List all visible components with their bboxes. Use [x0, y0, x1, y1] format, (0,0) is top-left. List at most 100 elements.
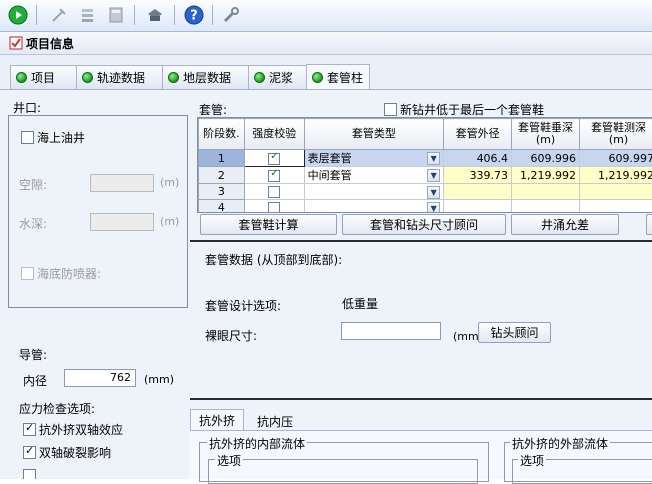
- casing-type-cell[interactable]: ▼: [304, 184, 444, 200]
- tab-casing[interactable]: 套管柱: [306, 64, 370, 90]
- strength-check-cell[interactable]: [244, 150, 304, 167]
- casing-type-value: 中间套管: [308, 169, 352, 182]
- bop-checkbox[interactable]: [21, 267, 34, 280]
- tvd-cell[interactable]: [512, 184, 580, 200]
- bit-advisor-button[interactable]: 钻头顾问: [478, 322, 551, 343]
- column-header[interactable]: 强度校验: [244, 119, 304, 150]
- tab-trajectory[interactable]: 轨迹数据: [76, 65, 163, 89]
- column-header[interactable]: 套管类型: [304, 119, 444, 150]
- od-cell[interactable]: 339.73: [444, 167, 512, 184]
- strength-checkbox[interactable]: [268, 186, 280, 198]
- new-shoe-checkbox[interactable]: [384, 103, 397, 116]
- table-row[interactable]: 4 ▼: [199, 200, 652, 214]
- internal-fluid-title: 抗外挤的内部流体: [207, 435, 307, 452]
- casing-bit-advisor-button[interactable]: 套管和钻头尺寸顾问: [342, 214, 506, 235]
- tab-label: 地层数据: [183, 69, 231, 86]
- status-ok-icon: [16, 72, 27, 83]
- water-depth-unit: (m): [160, 215, 179, 228]
- tab-strip: 项目 轨迹数据 地层数据 泥浆 套管柱: [0, 55, 652, 89]
- help-icon[interactable]: ?: [182, 3, 206, 27]
- column-header[interactable]: 套管鞋垂深 (m): [512, 119, 580, 150]
- md-cell[interactable]: [580, 200, 652, 214]
- stress-options-title: 应力检查选项:: [19, 400, 95, 417]
- shoe-calculation-button[interactable]: 套管鞋计算: [200, 214, 337, 235]
- offshore-label: 海上油井: [37, 129, 85, 146]
- tab-formation[interactable]: 地层数据: [162, 65, 249, 89]
- open-hole-label: 裸眼尺寸:: [205, 327, 257, 344]
- tab-label: 抗外挤: [199, 412, 235, 429]
- layers-icon[interactable]: [76, 3, 100, 27]
- biaxial-collapse-checkbox[interactable]: [23, 423, 36, 436]
- tab-collapse[interactable]: 抗外挤: [190, 409, 244, 431]
- chevron-down-icon[interactable]: ▼: [427, 202, 440, 213]
- chevron-down-icon[interactable]: ▼: [427, 186, 440, 199]
- toolbar: ?: [0, 0, 652, 32]
- strength-checkbox[interactable]: [268, 202, 280, 213]
- tab-label: 抗内压: [257, 413, 293, 430]
- gap-input[interactable]: [90, 174, 154, 192]
- casing-title: 套管:: [199, 101, 227, 118]
- strength-check-cell[interactable]: [244, 167, 304, 184]
- table-row[interactable]: 3 ▼: [199, 184, 652, 200]
- water-depth-label: 水深:: [19, 215, 47, 232]
- strength-checkbox[interactable]: [268, 153, 280, 165]
- tvd-cell[interactable]: 1,219.992: [512, 167, 580, 184]
- offshore-checkbox[interactable]: [21, 131, 34, 144]
- strength-check-cell[interactable]: [244, 184, 304, 200]
- strength-checkbox[interactable]: [268, 170, 280, 182]
- table-row[interactable]: 1 表层套管▼ 406.4 609.996 609.997: [199, 150, 652, 167]
- window-title: 项目信息: [26, 35, 74, 52]
- design-option-value[interactable]: 低重量: [342, 295, 378, 312]
- install-icon[interactable]: [143, 3, 167, 27]
- water-depth-input[interactable]: [90, 213, 154, 231]
- open-hole-input[interactable]: [341, 322, 441, 340]
- conductor-id-input[interactable]: 762: [64, 369, 136, 387]
- tab-burst[interactable]: 抗内压: [246, 411, 304, 431]
- internal-options-group: [208, 459, 478, 484]
- casing-type-cell[interactable]: 表层套管▼: [304, 150, 444, 167]
- column-header[interactable]: 套管外径: [444, 119, 512, 150]
- chevron-down-icon[interactable]: ▼: [427, 152, 440, 165]
- casing-type-cell[interactable]: ▼: [304, 200, 444, 214]
- design-option-label: 套管设计选项:: [205, 297, 281, 314]
- tab-mud[interactable]: 泥浆: [248, 65, 307, 89]
- conductor-id-unit: (mm): [144, 373, 174, 386]
- run-icon[interactable]: [6, 3, 30, 27]
- biaxial-burst-checkbox[interactable]: [23, 446, 36, 459]
- od-cell[interactable]: [444, 200, 512, 214]
- od-cell[interactable]: 406.4: [444, 150, 512, 167]
- casing-grid: 阶段数. 强度校验 套管类型 套管外径 套管鞋垂深 (m) 套管鞋测深 (m) …: [197, 117, 652, 213]
- tvd-cell[interactable]: [512, 200, 580, 214]
- tab-label: 轨迹数据: [97, 69, 145, 86]
- stage-cell: 4: [199, 200, 245, 214]
- conductor-title: 导管:: [19, 346, 47, 363]
- conductor-id-label: 内径: [23, 372, 47, 389]
- casing-data-title: 套管数据 (从顶部到底部):: [205, 251, 342, 268]
- table-row[interactable]: 2 中间套管 ▼ 339.73 1,219.992 1,219.992: [199, 167, 652, 184]
- calculator-icon[interactable]: [104, 3, 128, 27]
- more-button[interactable]: [646, 214, 652, 235]
- md-cell[interactable]: 1,219.992: [580, 167, 652, 184]
- svg-text:?: ?: [190, 9, 198, 24]
- status-ok-icon: [312, 72, 323, 83]
- pick-icon[interactable]: [47, 3, 71, 27]
- column-header[interactable]: 套管鞋测深 (m): [580, 119, 652, 150]
- md-cell[interactable]: 609.997: [580, 150, 652, 167]
- chevron-down-icon[interactable]: ▼: [427, 169, 440, 182]
- divider: [190, 398, 652, 400]
- stage-cell: 2: [199, 167, 245, 184]
- checklist-icon: [9, 36, 23, 50]
- tab-project[interactable]: 项目: [10, 65, 77, 89]
- biaxial-collapse-label: 抗外挤双轴效应: [39, 421, 123, 438]
- md-cell[interactable]: [580, 184, 652, 200]
- tab-label: 套管柱: [327, 69, 363, 86]
- external-fluid-title: 抗外挤的外部流体: [510, 435, 610, 452]
- tools-icon[interactable]: [219, 3, 243, 27]
- strength-check-cell[interactable]: [244, 200, 304, 214]
- gap-label: 空隙:: [19, 176, 47, 193]
- tvd-cell[interactable]: 609.996: [512, 150, 580, 167]
- od-cell[interactable]: [444, 184, 512, 200]
- casing-type-cell[interactable]: 中间套管 ▼: [304, 167, 444, 184]
- kick-tolerance-button[interactable]: 井涌允差: [511, 214, 619, 235]
- column-header[interactable]: 阶段数.: [199, 119, 245, 150]
